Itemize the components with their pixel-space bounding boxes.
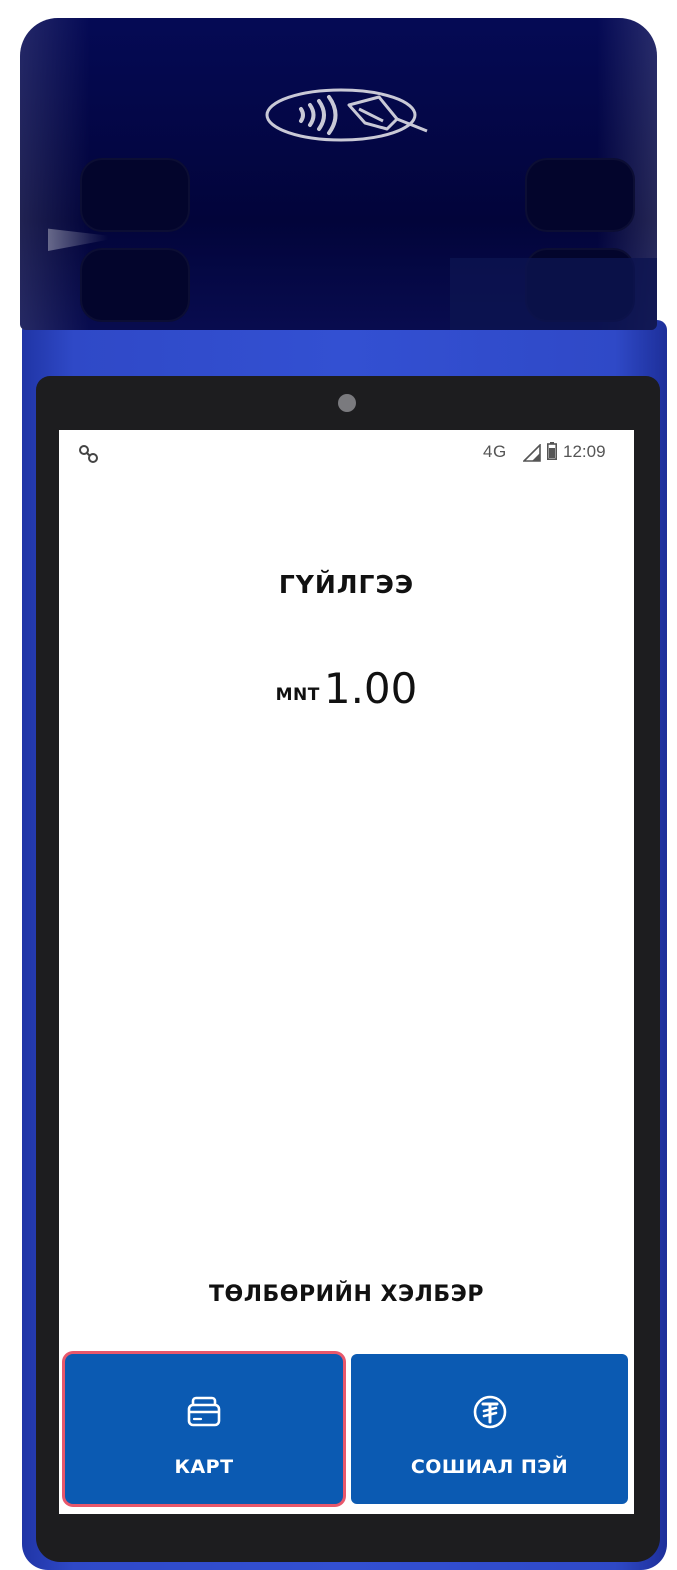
card-payment-button[interactable]: КАРТ [65, 1354, 343, 1504]
network-type: 4G [483, 442, 507, 461]
card-button-label: КАРТ [174, 1456, 234, 1478]
printer-module [20, 18, 657, 330]
contactless-icon [265, 88, 428, 142]
grip-slot [525, 158, 635, 232]
pos-terminal-device: 4G 12:09 ГҮЙЛГЭЭ MNT1.00 ТӨЛБӨРИЙН ХЭЛБЭ… [0, 0, 677, 1570]
social-pay-button[interactable]: СОШИАЛ ПЭЙ [351, 1354, 628, 1504]
signal-icon [523, 444, 541, 462]
battery-icon [547, 442, 557, 460]
grip-slot [80, 248, 190, 322]
link-icon [79, 445, 98, 463]
tugrik-coin-icon [473, 1395, 506, 1429]
front-camera [338, 394, 356, 412]
payment-method-label: ТӨЛБӨРИЙН ХЭЛБЭР [209, 1282, 484, 1307]
screen: 4G 12:09 ГҮЙЛГЭЭ MNT1.00 ТӨЛБӨРИЙН ХЭЛБЭ… [59, 430, 634, 1514]
card-icon [187, 1396, 221, 1427]
social-pay-button-label: СОШИАЛ ПЭЙ [410, 1456, 569, 1478]
amount-value: 1.00 [323, 664, 418, 713]
clock: 12:09 [563, 442, 606, 461]
status-bar: 4G 12:09 [59, 430, 634, 476]
printer-window [450, 258, 657, 330]
currency-code: MNT [275, 685, 320, 705]
grip-slot [80, 158, 190, 232]
transaction-amount: MNT1.00 [59, 664, 634, 713]
page-title: ГҮЙЛГЭЭ [278, 570, 415, 599]
